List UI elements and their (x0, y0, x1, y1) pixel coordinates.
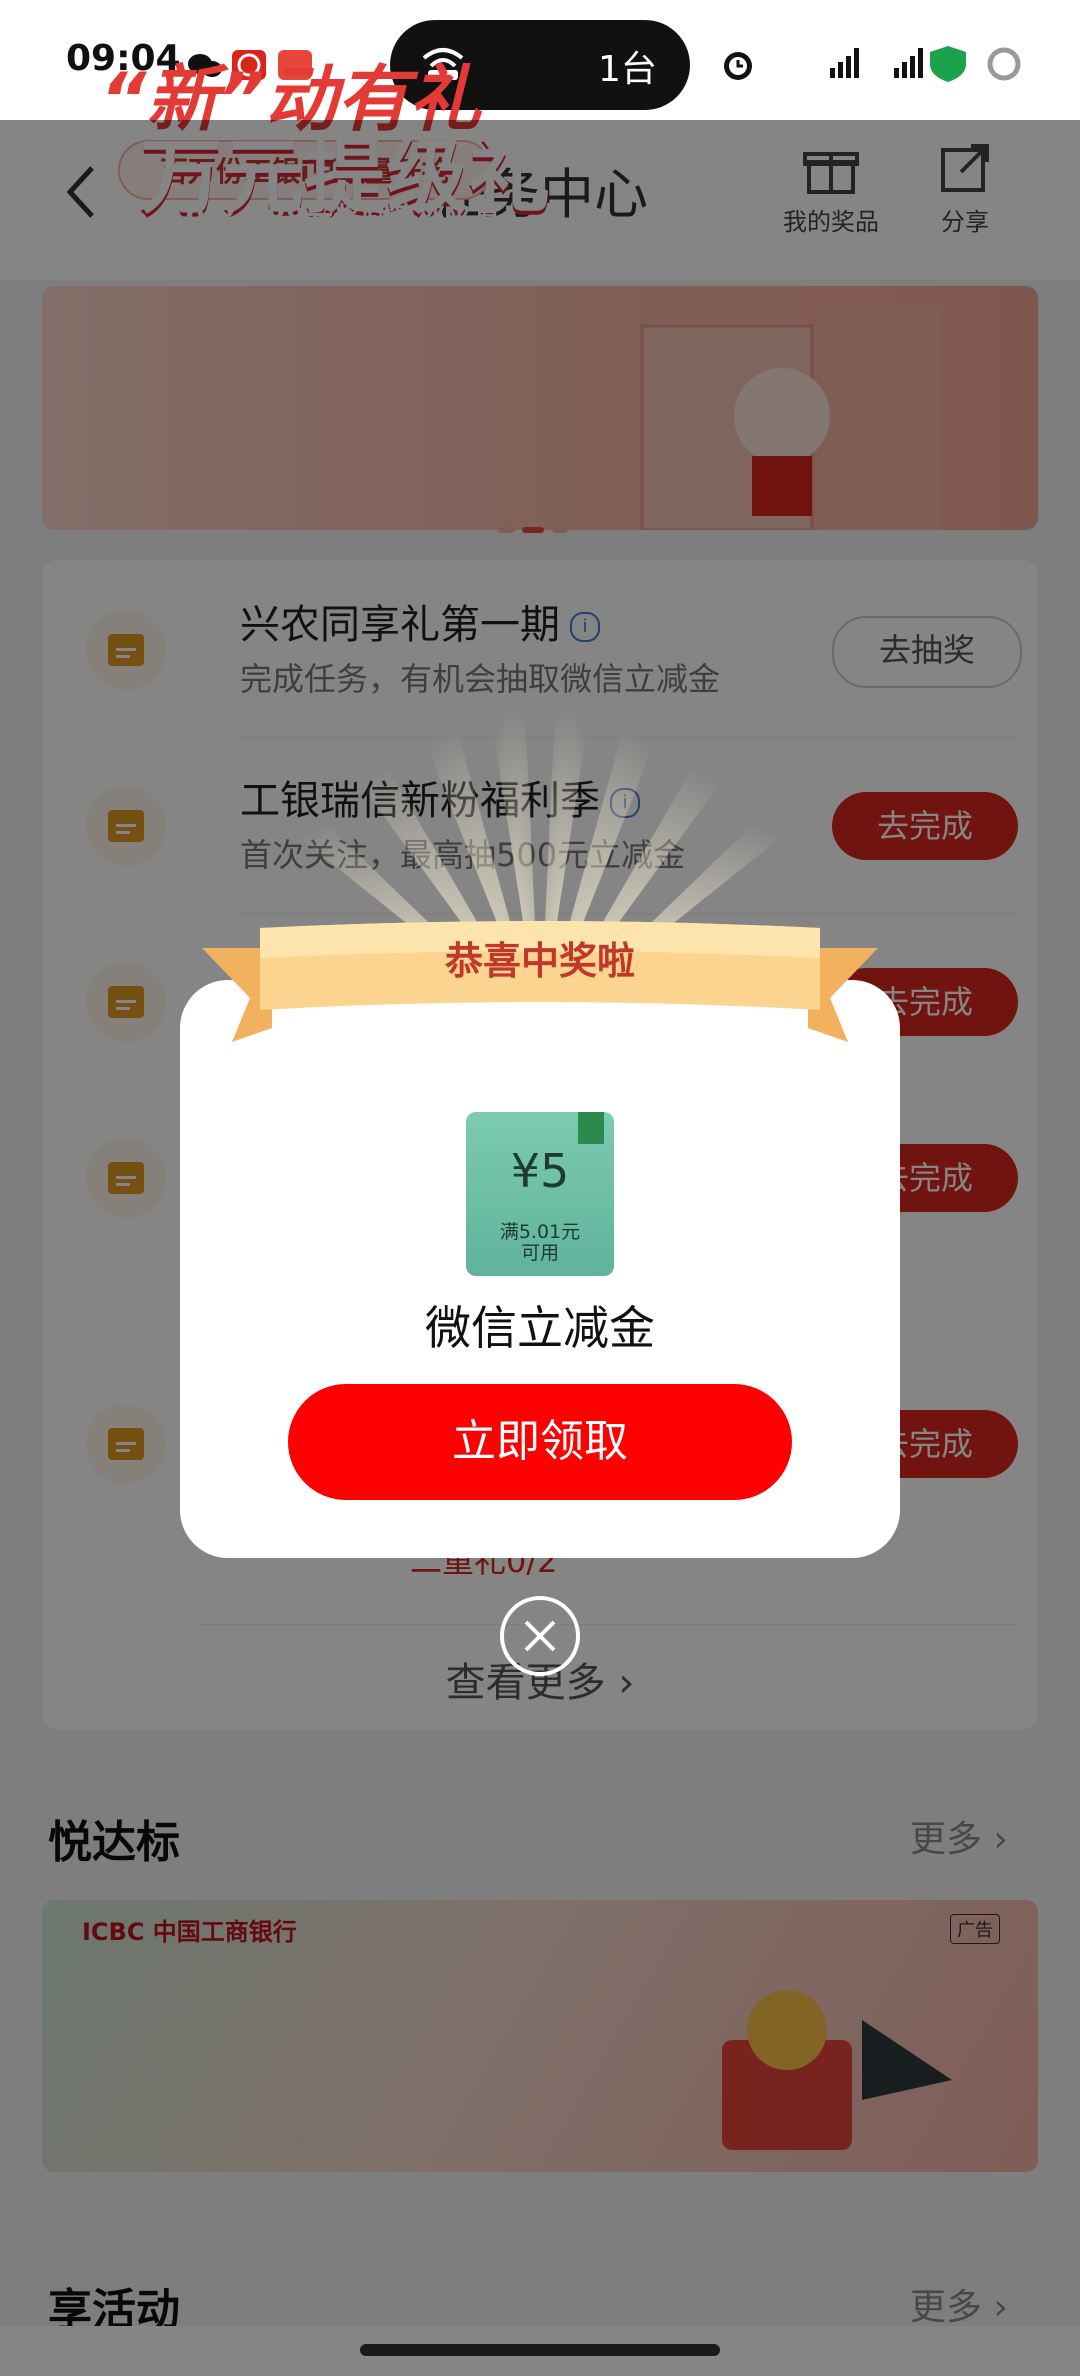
congrats-title: 恭喜中奖啦 (444, 939, 635, 983)
coupon-amount: ¥5 (510, 1144, 570, 1198)
claim-now-button[interactable]: 立即领取 (288, 1384, 792, 1500)
signal-icon (830, 48, 859, 78)
security-shield-icon (930, 46, 966, 82)
close-modal-button[interactable] (500, 1596, 580, 1676)
coupon-card: ¥5 满5.01元 可用 (466, 1112, 614, 1276)
coupon-tag-icon (578, 1112, 604, 1144)
coupon-condition: 满5.01元 可用 (499, 1221, 581, 1264)
battery-ring-icon (987, 47, 1021, 81)
signal-icon-2 (894, 48, 923, 78)
signal-battery-icons (830, 46, 1021, 82)
alarm-icon (724, 52, 752, 80)
close-icon (524, 1620, 556, 1652)
prize-name: 微信立减金 (425, 1301, 655, 1355)
island-label: 1台 (598, 49, 657, 90)
